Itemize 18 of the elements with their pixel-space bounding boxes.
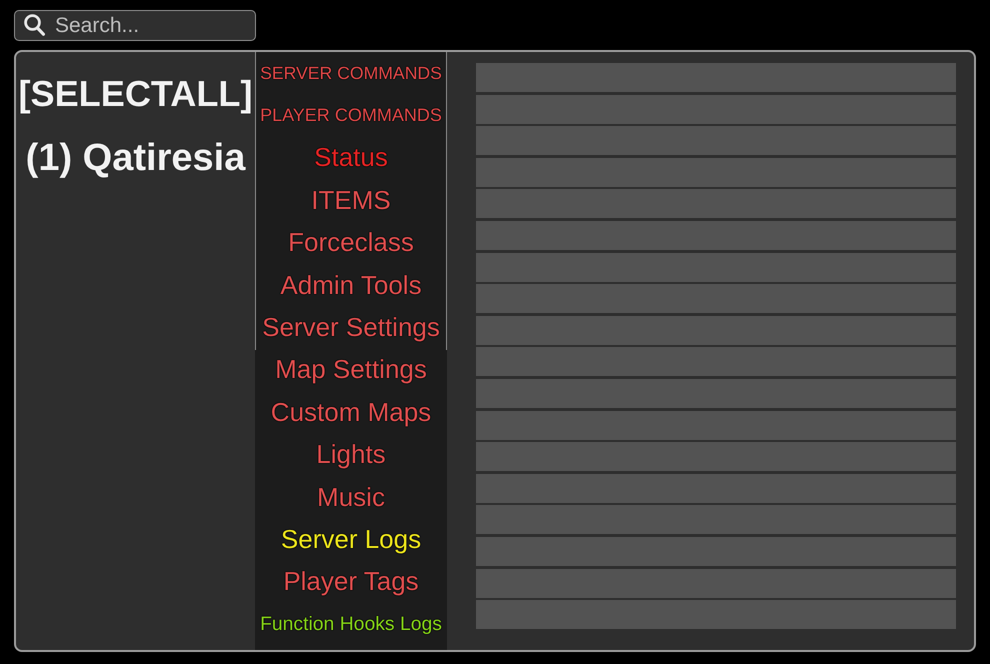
search-field[interactable]: Search... xyxy=(14,10,256,41)
menu-item[interactable]: Function Hooks Logs xyxy=(260,612,442,636)
player-entry[interactable]: [SELECTALL] xyxy=(18,73,252,115)
menu-item[interactable]: SERVER COMMANDS xyxy=(260,62,442,84)
menu-item[interactable]: PLAYER COMMANDS xyxy=(260,105,442,126)
menu-item[interactable]: ITEMS xyxy=(311,184,391,216)
menu-item[interactable]: Server Settings xyxy=(262,312,440,344)
menu-item[interactable]: Lights xyxy=(316,439,386,470)
menu-item[interactable]: Custom Maps xyxy=(270,396,432,428)
menu-item[interactable]: Server Logs xyxy=(280,524,422,555)
menu-item[interactable]: Admin Tools xyxy=(280,270,422,301)
menu-item[interactable]: Forceclass xyxy=(288,227,414,258)
menu-item[interactable]: Map Settings xyxy=(275,354,427,386)
menu-item[interactable]: Music xyxy=(317,482,385,513)
player-entry[interactable]: (1) Qatiresia xyxy=(26,136,246,180)
menu-item[interactable]: Player Tags xyxy=(283,566,419,598)
search-icon xyxy=(24,14,45,36)
menu-item[interactable]: Status xyxy=(314,142,388,174)
